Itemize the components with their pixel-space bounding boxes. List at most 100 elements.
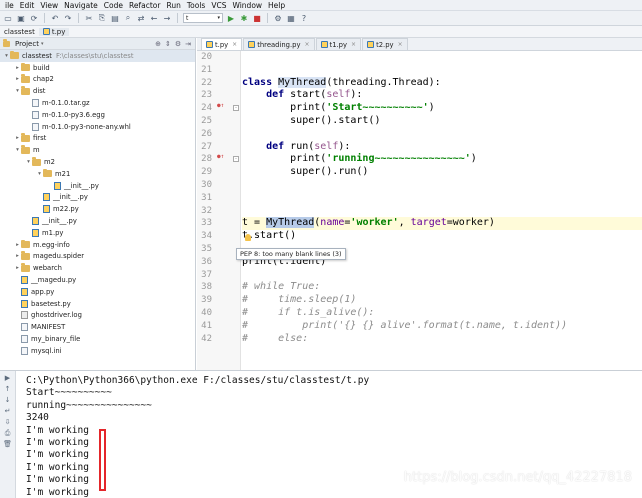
tree-item[interactable]: m-0.1.0-py3.6.egg xyxy=(0,109,195,121)
tree-item[interactable]: ▸ first xyxy=(0,133,195,145)
chevron-right-icon[interactable]: ▸ xyxy=(14,242,21,248)
project-panel-title[interactable]: Project xyxy=(15,40,39,48)
structure-icon[interactable]: ▦ xyxy=(286,13,296,23)
run-config-select[interactable]: t ▾ xyxy=(183,13,223,23)
tree-item[interactable]: my_binary_file xyxy=(0,333,195,345)
menu-item-help[interactable]: Help xyxy=(265,0,288,11)
chevron-down-icon[interactable]: ▾ xyxy=(14,147,21,153)
back-icon[interactable]: ↶ xyxy=(50,13,60,23)
paste-icon[interactable]: ▤ xyxy=(110,13,120,23)
tree-item[interactable]: __init__.py xyxy=(0,215,195,227)
save-icon[interactable]: ▣ xyxy=(16,13,26,23)
chevron-right-icon[interactable]: ▸ xyxy=(14,76,21,82)
sync-icon[interactable]: ⟳ xyxy=(29,13,39,23)
menu-item-vcs[interactable]: VCS xyxy=(208,0,229,11)
tree-root[interactable]: ▾ classtest F:\classes\stu\classtest xyxy=(0,50,195,62)
tree-item[interactable]: m-0.1.0.tar.gz xyxy=(0,97,195,109)
copy-icon[interactable]: ⎘ xyxy=(97,13,107,23)
tree-item[interactable]: ▾ dist xyxy=(0,85,195,97)
hide-icon[interactable]: ⇥ xyxy=(185,40,191,48)
chevron-down-icon[interactable]: ▾ xyxy=(36,171,43,177)
fold-toggle-icon[interactable]: - xyxy=(233,156,239,162)
close-icon[interactable]: × xyxy=(232,41,237,48)
back-nav-icon[interactable]: ← xyxy=(149,13,159,23)
override-marker-icon[interactable]: ●↑ xyxy=(217,102,224,109)
tree-item[interactable]: app.py xyxy=(0,286,195,298)
close-icon[interactable]: × xyxy=(305,41,310,48)
replace-icon[interactable]: ⇄ xyxy=(136,13,146,23)
chevron-down-icon[interactable]: ▾ xyxy=(25,159,32,165)
tree-item[interactable]: m22.py xyxy=(0,203,195,215)
chevron-right-icon[interactable]: ▸ xyxy=(14,135,21,141)
tree-item[interactable]: ▾ m21 xyxy=(0,168,195,180)
down-icon[interactable]: ↓ xyxy=(4,396,12,404)
menu-item-refactor[interactable]: Refactor xyxy=(126,0,163,11)
tree-item[interactable]: ▸ magedu.spider xyxy=(0,251,195,263)
menu-item-tools[interactable]: Tools xyxy=(184,0,208,11)
close-icon[interactable]: × xyxy=(398,41,403,48)
breadcrumb-project[interactable]: classtest xyxy=(0,28,39,36)
menu-item-run[interactable]: Run xyxy=(163,0,183,11)
close-icon[interactable]: × xyxy=(351,41,356,48)
tree-item[interactable]: mysql.ini xyxy=(0,345,195,357)
tree-item[interactable]: ▸ webarch xyxy=(0,262,195,274)
tree-item[interactable]: ghostdriver.log xyxy=(0,310,195,322)
forward-nav-icon[interactable]: → xyxy=(162,13,172,23)
folder-open-icon[interactable]: ▭ xyxy=(3,13,13,23)
tree-item[interactable]: __init__.py xyxy=(0,180,195,192)
collapse-icon[interactable]: ⇕ xyxy=(165,40,171,48)
debug-icon[interactable]: ✱ xyxy=(239,13,249,23)
tree-item[interactable]: __init__.py xyxy=(0,192,195,204)
tree-item[interactable]: ▾ m xyxy=(0,144,195,156)
tree-item[interactable]: basetest.py xyxy=(0,298,195,310)
scroll-end-icon[interactable]: ⇩ xyxy=(4,418,12,426)
run-icon[interactable]: ▶ xyxy=(226,13,236,23)
up-icon[interactable]: ↑ xyxy=(4,385,12,393)
tree-item[interactable]: ▸ build xyxy=(0,62,195,74)
tree-item[interactable]: __magedu.py xyxy=(0,274,195,286)
tree-item[interactable]: ▸ chap2 xyxy=(0,74,195,86)
code-area[interactable]: 20 21 22 23 24 25 26 27 28 29 30 31 32 33 34 35 36 37 38 39… xyxy=(197,51,642,370)
settings-icon[interactable]: ⚙ xyxy=(273,13,283,23)
tree-item[interactable]: m-0.1.0-py3-none-any.whl xyxy=(0,121,195,133)
tab-threading-py[interactable]: threading.py × xyxy=(243,38,315,50)
tab-t2-py[interactable]: t2.py × xyxy=(362,38,408,50)
locate-icon[interactable]: ⊕ xyxy=(155,40,161,48)
menu-item-view[interactable]: View xyxy=(37,0,61,11)
menu-item-ile[interactable]: ile xyxy=(2,0,17,11)
chevron-right-icon[interactable]: ▸ xyxy=(14,65,21,71)
tree-item[interactable]: MANIFEST xyxy=(0,321,195,333)
find-icon[interactable]: ⌕ xyxy=(123,13,133,23)
rerun-icon[interactable]: ▶ xyxy=(4,374,12,382)
line-number: 38 xyxy=(201,282,212,293)
trash-icon[interactable]: 🗑 xyxy=(3,440,12,448)
cut-icon[interactable]: ✂ xyxy=(84,13,94,23)
print-icon[interactable]: ⎙ xyxy=(4,429,12,437)
wrap-icon[interactable]: ↵ xyxy=(4,407,12,415)
chevron-down-icon[interactable]: ▾ xyxy=(41,41,44,47)
lightbulb-icon[interactable] xyxy=(245,234,251,241)
tree-item[interactable]: ▸ m.egg-info xyxy=(0,239,195,251)
override-marker-icon[interactable]: ●↑ xyxy=(217,153,224,160)
tab-t-py[interactable]: t.py × xyxy=(201,38,243,50)
stop-icon[interactable]: ■ xyxy=(252,13,262,23)
chevron-down-icon[interactable]: ▾ xyxy=(3,53,10,59)
menu-item-code[interactable]: Code xyxy=(101,0,126,11)
tree-item[interactable]: ▾ m2 xyxy=(0,156,195,168)
chevron-down-icon[interactable]: ▾ xyxy=(14,88,21,94)
tree-item[interactable]: m1.py xyxy=(0,227,195,239)
line-number: 22 xyxy=(201,77,212,88)
gear-icon[interactable]: ⚙ xyxy=(175,40,181,48)
menu-item-window[interactable]: Window xyxy=(229,0,265,11)
pep8-tooltip: PEP 8: too many blank lines (3) xyxy=(236,248,346,260)
forward-icon[interactable]: ↷ xyxy=(63,13,73,23)
chevron-right-icon[interactable]: ▸ xyxy=(14,253,21,259)
code-line: # time.sleep(1) xyxy=(242,294,357,306)
breadcrumb-file[interactable]: t.py xyxy=(38,27,70,36)
chevron-right-icon[interactable]: ▸ xyxy=(14,265,21,271)
menu-item-navigate[interactable]: Navigate xyxy=(61,0,101,11)
tab-t1-py[interactable]: t1.py × xyxy=(315,38,362,50)
help-icon[interactable]: ? xyxy=(299,13,309,23)
fold-toggle-icon[interactable]: - xyxy=(233,105,239,111)
menu-item-edit[interactable]: Edit xyxy=(17,0,38,11)
